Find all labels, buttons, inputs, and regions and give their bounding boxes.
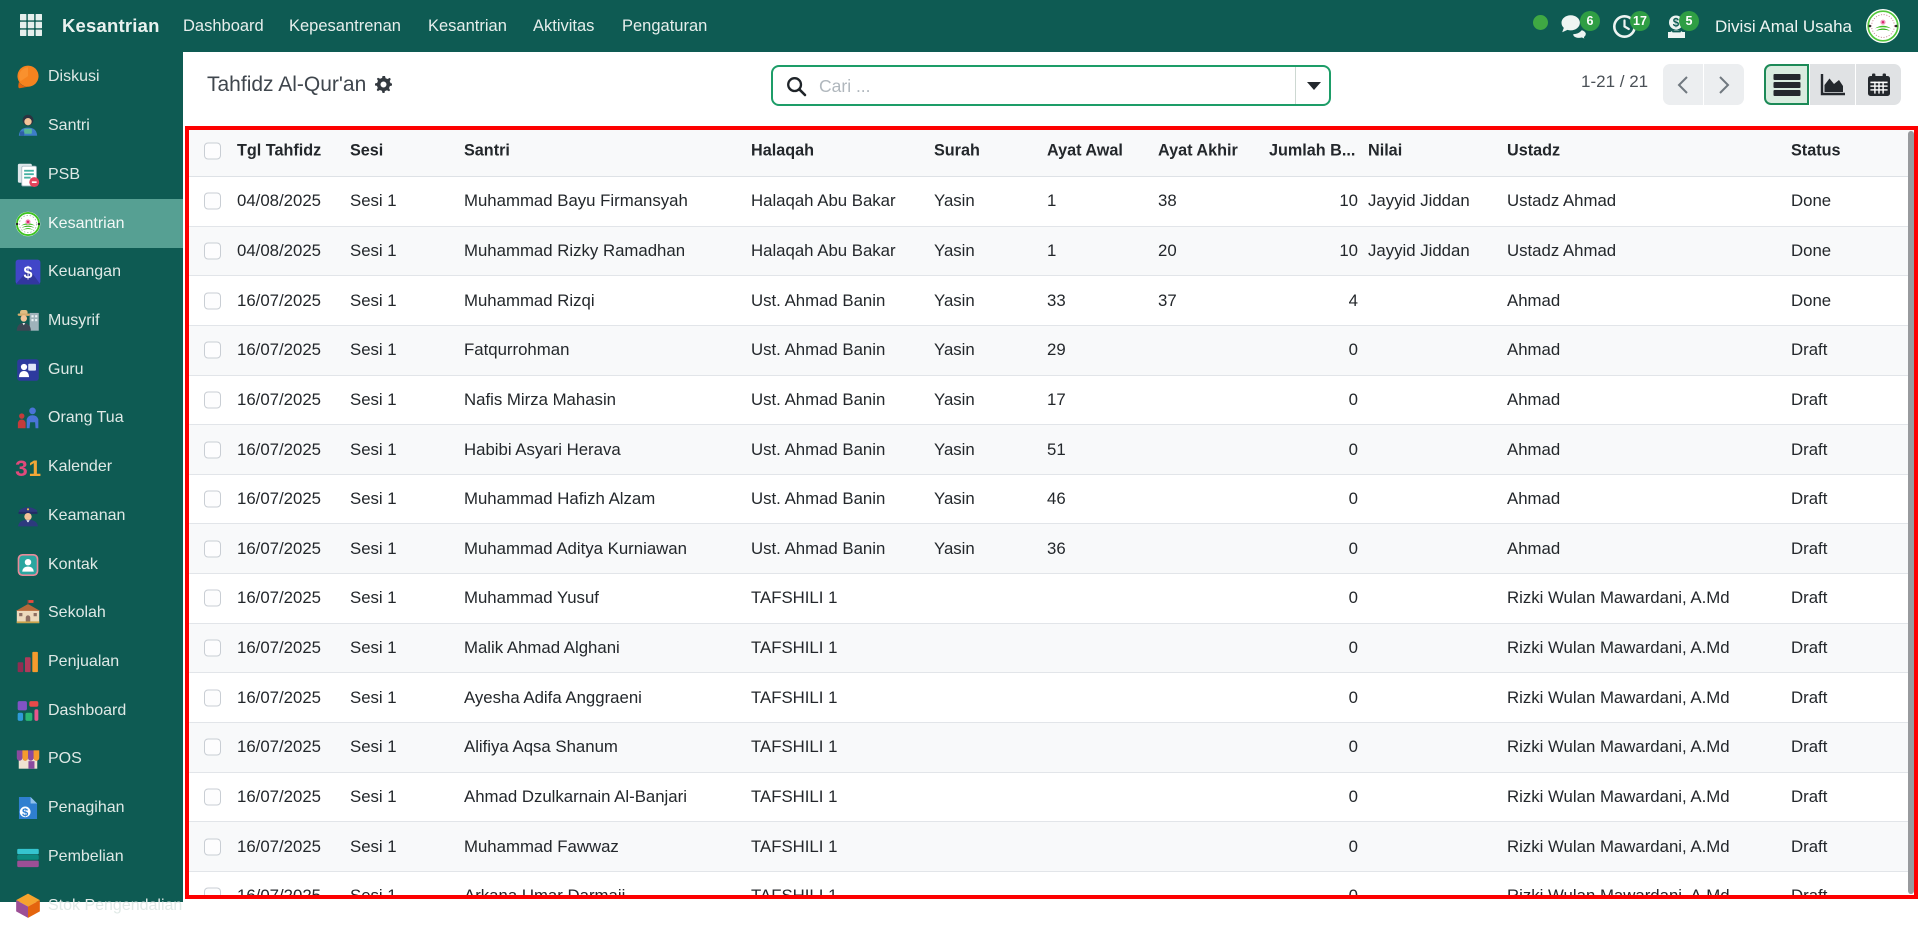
svg-text:$: $: [24, 264, 33, 282]
svg-text:$: $: [22, 807, 29, 819]
svg-text:1: 1: [29, 456, 42, 481]
svg-text:3: 3: [15, 456, 28, 481]
